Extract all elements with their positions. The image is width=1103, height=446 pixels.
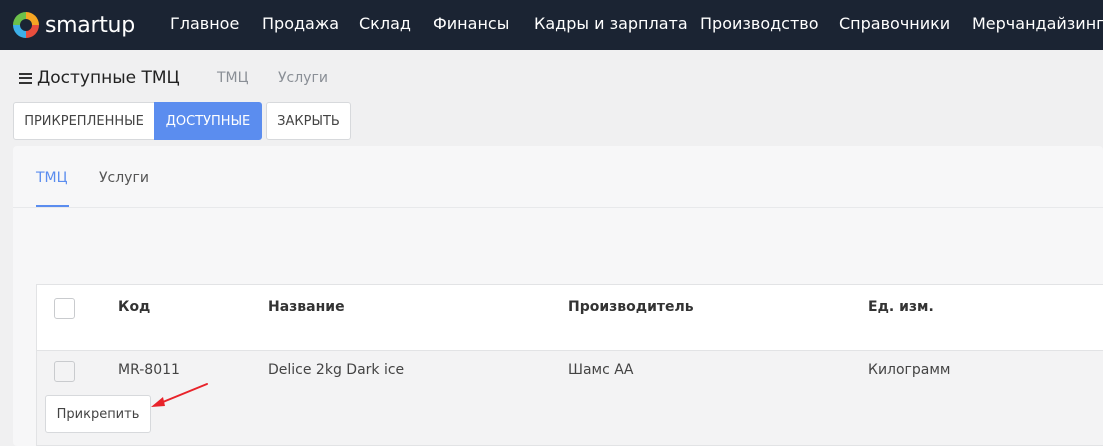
- row-unit: Килограмм: [868, 362, 951, 378]
- brand-logo[interactable]: smartup: [13, 11, 135, 39]
- close-button[interactable]: Закрыть: [266, 102, 351, 140]
- top-navbar: smartup Главное Продажа Склад Финансы Ка…: [0, 0, 1103, 50]
- column-header-unit[interactable]: Ед. изм.: [868, 299, 934, 315]
- row-manufacturer: Шамс АА: [568, 362, 634, 378]
- page-title-text: Доступные ТМЦ: [37, 68, 180, 88]
- nav-item-hr-payroll[interactable]: Кадры и зарплата: [534, 14, 688, 33]
- column-header-name[interactable]: Название: [268, 299, 345, 315]
- header-tab-services[interactable]: Услуги: [278, 70, 328, 86]
- nav-item-merchandising[interactable]: Мерчандайзинг: [972, 14, 1103, 33]
- nav-item-references[interactable]: Справочники: [839, 14, 950, 33]
- goods-table: Код Название Производитель Ед. изм. MR-8…: [36, 284, 1103, 446]
- column-header-manufacturer[interactable]: Производитель: [568, 299, 694, 315]
- header-tab-goods[interactable]: ТМЦ: [217, 70, 249, 86]
- attached-button[interactable]: Прикрепленные: [13, 102, 155, 140]
- active-tab-indicator: [36, 205, 69, 207]
- nav-item-warehouse[interactable]: Склад: [359, 14, 411, 33]
- content-tabs: ТМЦ Услуги: [13, 146, 1103, 208]
- page-title: Доступные ТМЦ: [19, 68, 180, 88]
- nav-item-finance[interactable]: Финансы: [433, 14, 509, 33]
- select-all-checkbox[interactable]: [54, 298, 75, 319]
- smartup-logo-icon: [13, 12, 39, 38]
- tab-goods[interactable]: ТМЦ: [36, 170, 68, 186]
- nav-item-main[interactable]: Главное: [170, 14, 239, 33]
- menu-icon[interactable]: [19, 72, 32, 84]
- row-checkbox[interactable]: [54, 361, 75, 382]
- row-name: Delice 2kg Dark ice: [268, 362, 405, 378]
- row-code: MR-8011: [118, 362, 180, 378]
- brand-name: smartup: [45, 12, 135, 38]
- nav-item-sales[interactable]: Продажа: [262, 14, 339, 33]
- available-button[interactable]: Доступные: [154, 102, 262, 140]
- attach-button[interactable]: Прикрепить: [45, 395, 151, 433]
- content-card: ТМЦ Услуги Код Название Производитель Ед…: [13, 146, 1103, 446]
- nav-item-production[interactable]: Производство: [700, 14, 819, 33]
- tab-services[interactable]: Услуги: [99, 170, 149, 186]
- column-header-code[interactable]: Код: [118, 299, 150, 315]
- table-header: Код Название Производитель Ед. изм.: [37, 285, 1103, 351]
